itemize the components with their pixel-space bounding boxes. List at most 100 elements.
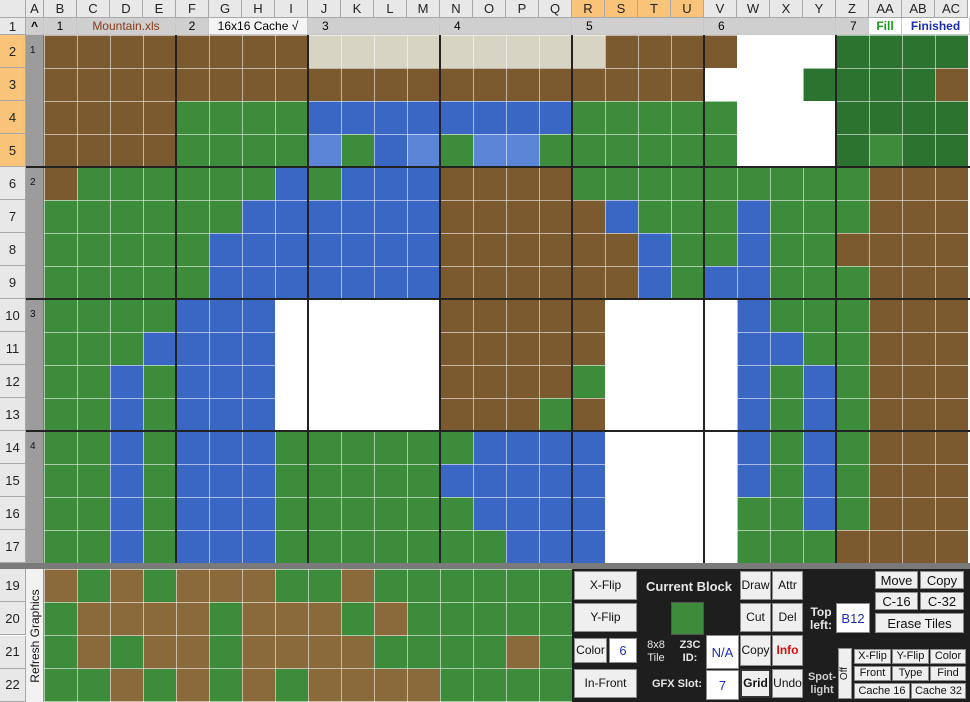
map-tile[interactable]	[572, 233, 605, 266]
map-tile[interactable]	[803, 299, 836, 332]
column-header-v[interactable]: V	[704, 0, 737, 18]
map-tile[interactable]	[572, 464, 605, 497]
map-tile[interactable]	[110, 35, 143, 68]
graphics-tile[interactable]	[341, 569, 374, 603]
row-header-11[interactable]: 11	[0, 332, 26, 365]
finished-button[interactable]: Finished	[902, 18, 970, 35]
map-tile[interactable]	[44, 35, 77, 68]
map-tile[interactable]	[935, 101, 968, 134]
map-tile[interactable]	[143, 299, 176, 332]
map-tile[interactable]	[539, 68, 572, 101]
map-tile[interactable]	[704, 266, 737, 299]
map-tile[interactable]	[935, 332, 968, 365]
move-button[interactable]: Move	[875, 571, 918, 589]
map-tile[interactable]	[275, 266, 308, 299]
map-tile[interactable]	[275, 233, 308, 266]
cache16-button[interactable]: Cache 16	[854, 683, 910, 699]
map-tile[interactable]	[836, 35, 869, 68]
map-tile[interactable]	[242, 200, 275, 233]
graphics-tile[interactable]	[407, 668, 440, 702]
map-tile[interactable]	[308, 332, 341, 365]
map-tile[interactable]	[572, 200, 605, 233]
map-tile[interactable]	[704, 497, 737, 530]
map-tile[interactable]	[440, 101, 473, 134]
map-tile[interactable]	[737, 365, 770, 398]
column-header-s[interactable]: S	[605, 0, 638, 18]
map-tile[interactable]	[374, 101, 407, 134]
delete-button[interactable]: Del	[772, 603, 803, 632]
column-header-e[interactable]: E	[143, 0, 176, 18]
column-header-l[interactable]: L	[374, 0, 407, 18]
map-tile[interactable]	[902, 167, 935, 200]
map-tile[interactable]	[902, 464, 935, 497]
map-tile[interactable]	[638, 101, 671, 134]
map-tile[interactable]	[440, 233, 473, 266]
map-tile[interactable]	[704, 233, 737, 266]
map-tile[interactable]	[374, 167, 407, 200]
map-tile[interactable]	[407, 398, 440, 431]
map-tile[interactable]	[341, 431, 374, 464]
column-header-i[interactable]: I	[275, 0, 308, 18]
map-tile[interactable]	[671, 398, 704, 431]
map-tile[interactable]	[110, 464, 143, 497]
map-tile[interactable]	[671, 200, 704, 233]
map-tile[interactable]	[935, 266, 968, 299]
graphics-tile[interactable]	[506, 569, 539, 603]
map-tile[interactable]	[638, 68, 671, 101]
map-tile[interactable]	[836, 398, 869, 431]
map-tile[interactable]	[407, 134, 440, 167]
map-tile[interactable]	[638, 233, 671, 266]
map-tile[interactable]	[110, 101, 143, 134]
map-tile[interactable]	[407, 200, 440, 233]
graphics-tile[interactable]	[275, 569, 308, 603]
map-tile[interactable]	[275, 332, 308, 365]
map-tile[interactable]	[869, 35, 902, 68]
map-tile[interactable]	[935, 68, 968, 101]
map-tile[interactable]	[374, 35, 407, 68]
map-tile[interactable]	[407, 35, 440, 68]
map-tile[interactable]	[803, 134, 836, 167]
row-header-7[interactable]: 7	[0, 200, 26, 233]
map-tile[interactable]	[341, 464, 374, 497]
map-tile[interactable]	[440, 530, 473, 563]
map-tile[interactable]	[44, 299, 77, 332]
map-tile[interactable]	[341, 266, 374, 299]
map-tile[interactable]	[506, 299, 539, 332]
map-tile[interactable]	[737, 134, 770, 167]
map-tile[interactable]	[110, 431, 143, 464]
map-tile[interactable]	[572, 365, 605, 398]
map-tile[interactable]	[473, 167, 506, 200]
graphics-tile[interactable]	[308, 635, 341, 670]
map-tile[interactable]	[110, 233, 143, 266]
map-tile[interactable]	[341, 365, 374, 398]
map-tile[interactable]	[275, 68, 308, 101]
map-tile[interactable]	[506, 365, 539, 398]
graphics-tile[interactable]	[77, 569, 110, 603]
map-tile[interactable]	[407, 332, 440, 365]
map-tile[interactable]	[308, 398, 341, 431]
graphics-tile[interactable]	[440, 602, 473, 637]
map-tile[interactable]	[110, 530, 143, 563]
map-tile[interactable]	[110, 167, 143, 200]
map-tile[interactable]	[374, 464, 407, 497]
map-tile[interactable]	[737, 431, 770, 464]
map-tile[interactable]	[44, 464, 77, 497]
map-tile[interactable]	[869, 233, 902, 266]
map-tile[interactable]	[836, 332, 869, 365]
c16-button[interactable]: C-16	[875, 592, 918, 610]
map-tile[interactable]	[77, 299, 110, 332]
map-tile[interactable]	[341, 134, 374, 167]
map-tile[interactable]	[209, 134, 242, 167]
map-tile[interactable]	[242, 233, 275, 266]
graphics-tile[interactable]	[44, 668, 77, 702]
map-tile[interactable]	[803, 233, 836, 266]
map-tile[interactable]	[539, 101, 572, 134]
map-tile[interactable]	[275, 134, 308, 167]
graphics-tile[interactable]	[176, 668, 209, 702]
column-header-o[interactable]: O	[473, 0, 506, 18]
map-tile[interactable]	[539, 332, 572, 365]
map-tile[interactable]	[671, 530, 704, 563]
graphics-tile[interactable]	[341, 602, 374, 637]
column-header-ac[interactable]: AC	[935, 0, 968, 18]
map-tile[interactable]	[341, 200, 374, 233]
